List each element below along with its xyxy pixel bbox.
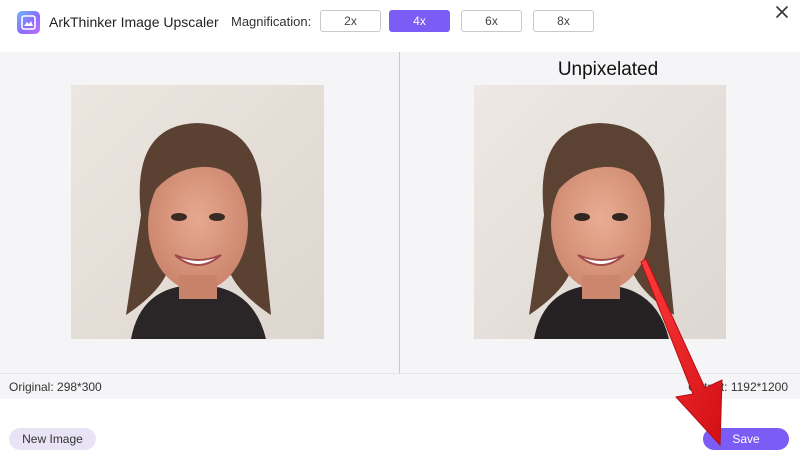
resolution-info-bar: Original: 298*300 Output: 1192*1200 [0,373,800,399]
output-resolution: Output: 1192*1200 [688,380,788,394]
magnification-label: Magnification: [231,14,312,29]
compare-divider[interactable] [399,52,400,373]
close-icon[interactable] [773,3,791,21]
title-bar: ArkThinker Image Upscaler Magnification:… [0,0,800,44]
app-title: ArkThinker Image Upscaler [49,14,219,30]
new-image-button[interactable]: New Image [9,428,96,450]
output-image [474,85,726,339]
preview-area: Unpixelated [0,52,800,373]
footer-bar: New Image Save [0,399,800,461]
magnification-8x-button[interactable]: 8x [533,10,594,32]
original-resolution: Original: 298*300 [9,380,102,394]
magnification-4x-button[interactable]: 4x [389,10,450,32]
original-image [71,85,324,339]
magnification-2x-button[interactable]: 2x [320,10,381,32]
app-logo-icon [17,11,40,34]
magnification-6x-button[interactable]: 6x [461,10,522,32]
unpixelated-label: Unpixelated [557,59,659,80]
save-button[interactable]: Save [703,428,789,450]
